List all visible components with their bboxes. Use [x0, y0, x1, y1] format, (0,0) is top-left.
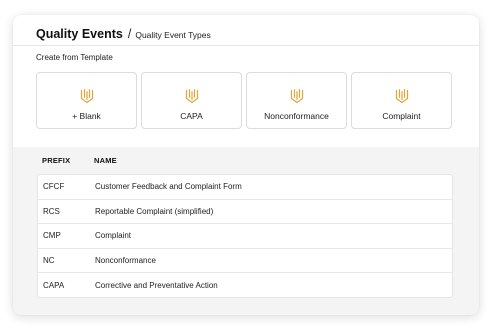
template-nonconformance-card[interactable]: Nonconformance [246, 72, 347, 129]
row-name: Complaint [95, 231, 132, 241]
table-row[interactable]: CAPA Corrective and Preventative Action [38, 273, 452, 297]
table-body: CFCF Customer Feedback and Complaint For… [37, 174, 453, 298]
table-row[interactable]: RCS Reportable Complaint (simplified) [38, 200, 452, 225]
template-label: Nonconformance [264, 111, 329, 121]
template-label: CAPA [180, 111, 203, 121]
row-prefix: CFCF [43, 182, 65, 192]
row-name: Corrective and Preventative Action [95, 280, 218, 290]
page-title: Quality Events [36, 27, 123, 41]
row-prefix: CAPA [43, 280, 65, 290]
column-header-name[interactable]: NAME [94, 156, 117, 165]
breadcrumb-separator: / [127, 27, 132, 41]
table-row[interactable]: CMP Complaint [38, 224, 452, 249]
create-from-template-label: Create from Template [36, 53, 113, 62]
page-header: Quality Events / Quality Event Types [13, 15, 479, 46]
table-row[interactable]: CFCF Customer Feedback and Complaint For… [38, 175, 452, 200]
template-icon [80, 89, 93, 104]
row-prefix: RCS [43, 206, 60, 216]
row-name: Customer Feedback and Complaint Form [95, 182, 242, 192]
template-complaint-card[interactable]: Complaint [351, 72, 452, 129]
template-capa-card[interactable]: CAPA [141, 72, 242, 129]
breadcrumb-current[interactable]: Quality Event Types [135, 30, 210, 40]
row-prefix: NC [43, 256, 55, 266]
template-label: Complaint [382, 111, 421, 121]
table-row[interactable]: NC Nonconformance [38, 249, 452, 274]
template-list: + Blank CAPA Nonconformance Complaint [13, 68, 479, 133]
table-header: PREFIX NAME [13, 147, 479, 174]
row-name: Reportable Complaint (simplified) [95, 206, 214, 216]
template-blank-card[interactable]: + Blank [36, 72, 137, 129]
quality-events-card: Quality Events / Quality Event Types Cre… [13, 15, 479, 315]
row-name: Nonconformance [95, 256, 156, 266]
column-header-prefix[interactable]: PREFIX [13, 156, 94, 165]
template-icon [290, 89, 303, 104]
event-types-table: PREFIX NAME CFCF Customer Feedback and C… [13, 147, 479, 315]
template-icon [395, 89, 408, 104]
template-icon [185, 89, 198, 104]
template-label: + Blank [72, 111, 101, 121]
row-prefix: CMP [43, 231, 61, 241]
